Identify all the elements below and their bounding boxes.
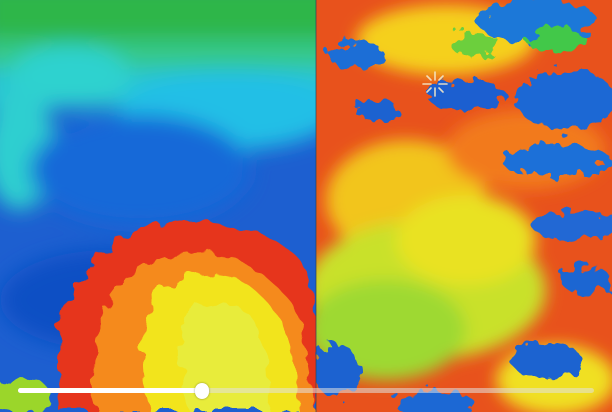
thermal-comparison-viewer	[0, 0, 612, 412]
progress-thumb[interactable]	[195, 383, 210, 399]
split-divider[interactable]	[315, 0, 317, 412]
crosshair-icon	[422, 71, 448, 97]
progress-fill	[18, 388, 203, 393]
right-thermal-image	[316, 0, 612, 412]
playback-progress-bar[interactable]	[18, 382, 594, 400]
left-thermal-image	[0, 0, 316, 412]
left-thermal-heatmap	[0, 0, 316, 412]
right-thermal-heatmap	[316, 0, 612, 412]
